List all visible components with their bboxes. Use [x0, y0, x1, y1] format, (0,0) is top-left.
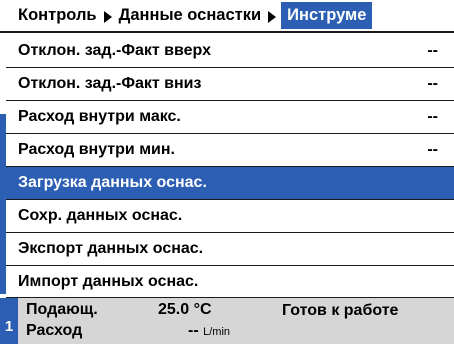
- menu-item-load-tool-data[interactable]: Загрузка данных оснас.: [6, 167, 454, 200]
- breadcrumb-item-tool-data[interactable]: Данные оснастки: [119, 6, 262, 25]
- menu-item-import-tool-data[interactable]: Импорт данных оснас.: [6, 266, 454, 299]
- supply-temp-label: Подающ.: [26, 301, 98, 318]
- menu-item-label: Расход внутри макс.: [18, 108, 181, 125]
- flow-label: Расход: [26, 322, 83, 339]
- menu-list: Отклон. зад.-Факт вверх -- Отклон. зад.-…: [6, 35, 454, 299]
- menu-item-deviation-up[interactable]: Отклон. зад.-Факт вверх --: [6, 35, 454, 68]
- supply-temp-value: 25.0 °C: [158, 301, 212, 318]
- menu-item-export-tool-data[interactable]: Экспорт данных оснас.: [6, 233, 454, 266]
- menu-item-label: Отклон. зад.-Факт вниз: [18, 75, 202, 92]
- menu-item-value: --: [427, 108, 438, 125]
- flow-value-group: -- L/min: [188, 322, 230, 340]
- breadcrumb-item-tool-active[interactable]: Инструме: [281, 2, 373, 29]
- menu-item-label: Сохр. данных оснас.: [18, 207, 183, 224]
- menu-item-label: Экспорт данных оснас.: [18, 240, 204, 257]
- menu-item-flow-min[interactable]: Расход внутри мин. --: [6, 134, 454, 167]
- flow-unit: L/min: [203, 326, 231, 338]
- menu-item-label: Отклон. зад.-Факт вверх: [18, 42, 211, 59]
- menu-item-value: --: [427, 141, 438, 158]
- process-values-panel: Подающ. 25.0 °C Расход -- L/min: [18, 298, 260, 344]
- menu-item-flow-max[interactable]: Расход внутри макс. --: [6, 101, 454, 134]
- station-number-badge[interactable]: 1: [0, 298, 18, 344]
- breadcrumb: Контроль Данные оснастки Инструме: [0, 0, 454, 33]
- menu-item-label: Импорт данных оснас.: [18, 272, 199, 290]
- status-bar: 1 Подающ. 25.0 °C Расход -- L/min Готов …: [0, 298, 454, 344]
- menu-item-deviation-down[interactable]: Отклон. зад.-Факт вниз --: [6, 68, 454, 101]
- machine-state: Готов к работе: [260, 298, 454, 344]
- chevron-right-icon: [268, 10, 277, 23]
- device-screen: Контроль Данные оснастки Инструме Отклон…: [0, 0, 454, 344]
- menu-item-value: --: [427, 42, 438, 59]
- menu-item-label: Загрузка данных оснас.: [18, 174, 207, 191]
- menu-item-label: Расход внутри мин.: [18, 141, 175, 158]
- chevron-right-icon: [103, 10, 112, 23]
- menu-item-value: --: [427, 75, 438, 92]
- flow-value: --: [188, 322, 199, 339]
- menu-item-save-tool-data[interactable]: Сохр. данных оснас.: [6, 200, 454, 233]
- breadcrumb-item-control[interactable]: Контроль: [18, 6, 97, 25]
